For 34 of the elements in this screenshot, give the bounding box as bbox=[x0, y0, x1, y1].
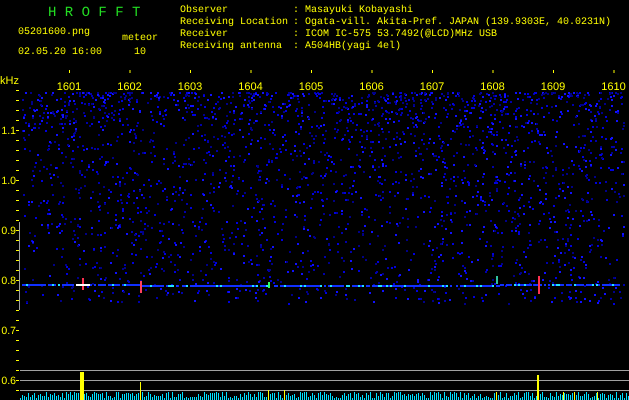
count-label: meteor bbox=[122, 33, 158, 45]
separator: : bbox=[293, 41, 300, 53]
y-axis-label: 0.8 bbox=[1, 275, 16, 287]
date-time: 02.05.20 16:00 bbox=[18, 47, 104, 59]
x-axis-label: 1608 bbox=[480, 81, 505, 93]
separator: : bbox=[293, 5, 300, 17]
filename: 05201600.png bbox=[18, 27, 92, 39]
y-axis-label: 0.7 bbox=[1, 325, 16, 337]
y-axis-label: 0.6 bbox=[1, 375, 16, 387]
x-axis-label: 1604 bbox=[238, 81, 263, 93]
y-axis-label: 1.0 bbox=[1, 175, 16, 187]
field-label: Receiver bbox=[180, 29, 230, 40]
field-value: Masayuki Kobayashi bbox=[305, 5, 414, 16]
axis-unit: kHz bbox=[0, 75, 19, 87]
field-value: Ogata-vill. Akita-Pref. JAPAN (139.9303E, 40.0231N) bbox=[305, 17, 612, 28]
field-label: Receiving antenna bbox=[180, 41, 284, 53]
x-axis-label: 1609 bbox=[540, 81, 566, 93]
meteor-count: 10 bbox=[134, 47, 146, 59]
x-axis-label: 1605 bbox=[298, 81, 324, 93]
field-value: ICOM IC-575 53.7492(@LCD)MHz USB bbox=[305, 29, 498, 40]
separator: : bbox=[293, 29, 300, 41]
field-value: A504HB(yagi 4el) bbox=[305, 41, 402, 53]
x-axis-label: 1602 bbox=[117, 81, 142, 93]
x-axis-label: 1603 bbox=[178, 81, 202, 93]
field-label: Receiving Location bbox=[180, 17, 290, 28]
x-axis-label: 1610 bbox=[601, 81, 626, 93]
y-axis-label: 1.1 bbox=[1, 125, 16, 137]
x-axis-label: 1601 bbox=[56, 81, 82, 93]
y-axis-label: 0.9 bbox=[1, 225, 16, 237]
app-title: H R O F F T bbox=[47, 5, 142, 21]
separator: : bbox=[293, 17, 300, 29]
field-label: Observer bbox=[180, 5, 230, 16]
x-axis-label: 1607 bbox=[420, 81, 444, 93]
x-axis-label: 1606 bbox=[359, 81, 384, 93]
